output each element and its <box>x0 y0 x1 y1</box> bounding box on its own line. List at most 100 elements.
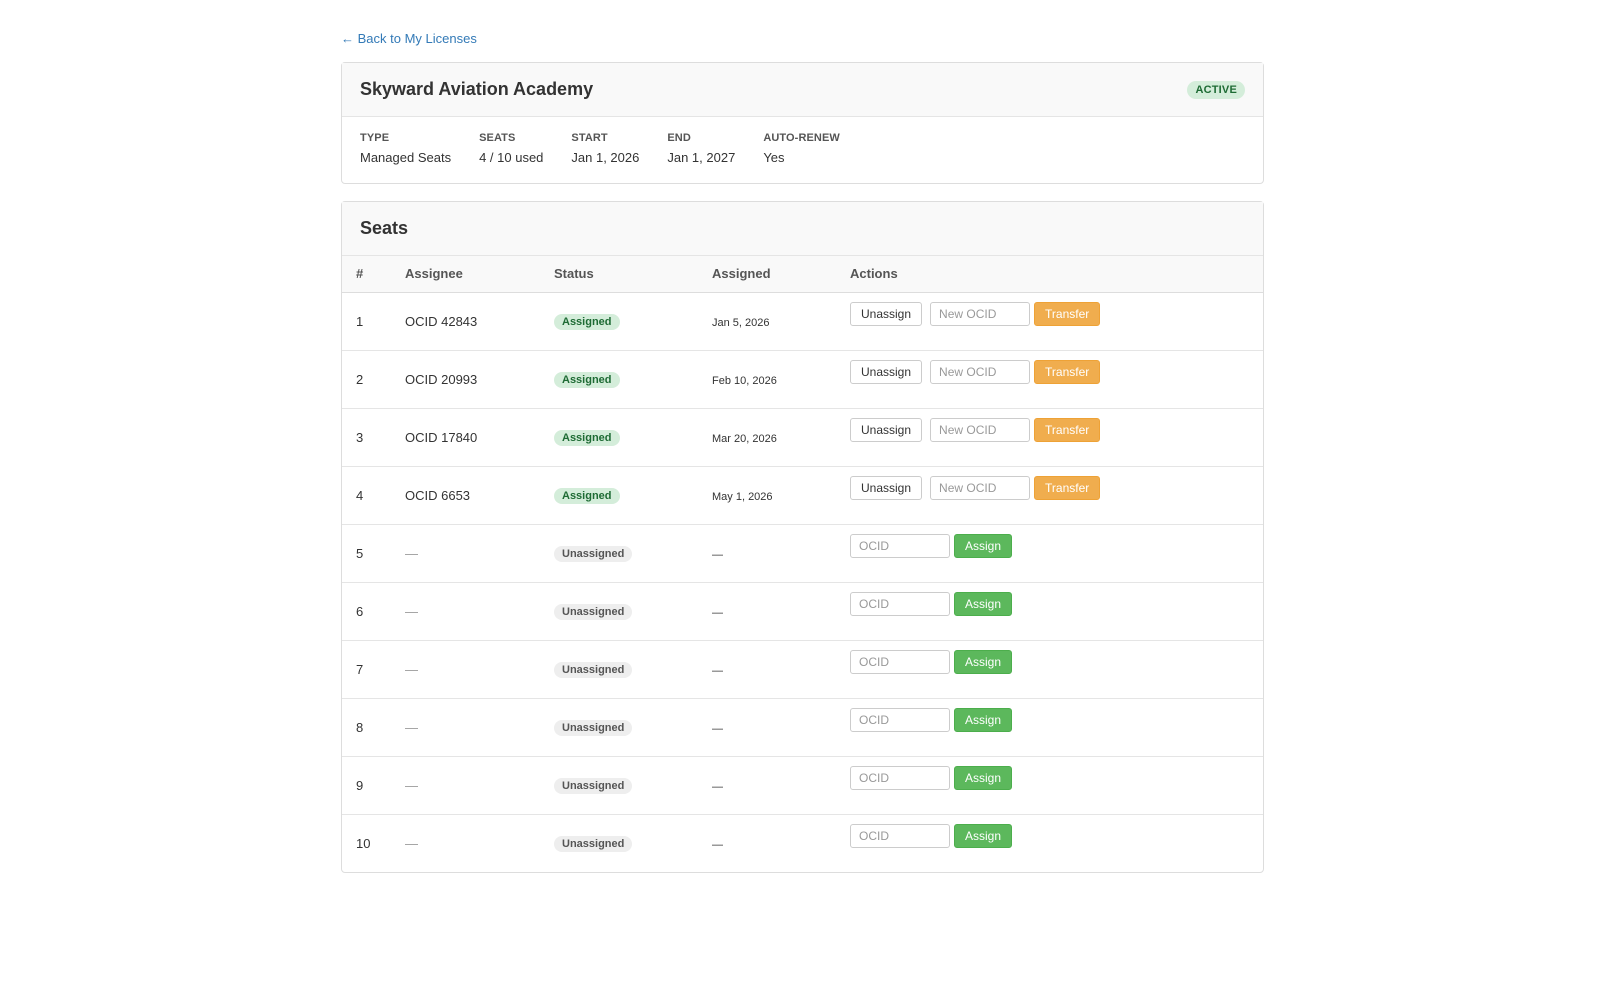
status-badge: Unassigned <box>554 604 633 620</box>
meta-label: START <box>571 132 608 144</box>
unassign-button[interactable]: Unassign <box>850 418 923 442</box>
ocid-input[interactable] <box>850 592 950 616</box>
back-to-licenses-link[interactable]: ← Back to My Licenses <box>341 31 477 47</box>
seat-assignee: OCID 17840 <box>405 408 554 467</box>
transfer-button[interactable]: Transfer <box>1034 360 1101 384</box>
row-actions: Assign <box>850 708 1263 732</box>
new-ocid-input[interactable] <box>930 302 1031 326</box>
assign-button[interactable]: Assign <box>954 824 1013 849</box>
license-header: Skyward Aviation Academy ACTIVE <box>342 63 1263 117</box>
new-ocid-input[interactable] <box>930 360 1031 384</box>
table-header-row: # Assignee Status Assigned Actions <box>342 256 1263 293</box>
seat-assignee: OCID 42843 <box>405 292 554 351</box>
seat-number: 9 <box>342 756 405 815</box>
seats-table-body: 1OCID 42843AssignedJan 5, 2026UnassignTr… <box>342 292 1263 872</box>
assign-button[interactable]: Assign <box>954 650 1013 674</box>
license-name: Skyward Aviation Academy <box>360 79 594 99</box>
page-container: ← Back to My Licenses Skyward Aviation A… <box>341 0 1264 873</box>
unassign-button[interactable]: Unassign <box>850 302 923 326</box>
transfer-button[interactable]: Transfer <box>1034 418 1101 442</box>
assigned-date: — <box>712 838 723 851</box>
row-actions: Assign <box>850 592 1263 616</box>
meta-value: Jan 1, 2026 <box>571 150 640 165</box>
row-actions: Assign <box>850 766 1263 790</box>
transfer-button[interactable]: Transfer <box>1034 476 1101 500</box>
seats-title: Seats <box>360 218 409 238</box>
meta-start: START Jan 1, 2026 <box>571 131 639 166</box>
assigned-date: Jan 5, 2026 <box>712 316 770 329</box>
seat-number: 7 <box>342 640 405 699</box>
assign-button[interactable]: Assign <box>954 708 1013 732</box>
assign-button[interactable]: Assign <box>954 766 1013 790</box>
license-panel: Skyward Aviation Academy ACTIVE TYPE Man… <box>341 62 1264 184</box>
new-ocid-input[interactable] <box>930 418 1031 442</box>
column-header-assigned: Assigned <box>712 256 850 293</box>
seat-assigned-cell: — <box>712 698 850 757</box>
meta-label: END <box>667 132 691 144</box>
unassign-button[interactable]: Unassign <box>850 476 923 500</box>
seat-status-cell: Unassigned <box>554 756 712 815</box>
status-badge: Unassigned <box>554 546 633 562</box>
seats-table: # Assignee Status Assigned Actions 1 OCID… <box>342 256 1263 872</box>
seat-number: 1 <box>342 292 405 351</box>
seat-number: 8 <box>342 698 405 757</box>
seat-assigned-cell: — <box>712 582 850 641</box>
status-badge: Unassigned <box>554 836 633 853</box>
table-row: 3OCID 17840Assigned Mar 20, 2026 Unassign T… <box>342 408 1263 467</box>
meta-end: END Jan 1, 2027 <box>667 131 735 166</box>
seat-assigned-cell: Feb 10, 2026 <box>712 350 850 409</box>
seat-actions-cell: Assign <box>850 524 1263 583</box>
seat-assigned-cell: Mar 20, 2026 <box>712 408 850 467</box>
table-row: 6—Unassigned—Assign <box>342 582 1263 641</box>
meta-label: SEATS <box>479 132 516 144</box>
seats-header: Seats <box>342 202 1263 256</box>
assigned-date: — <box>712 780 723 793</box>
assigned-date: Mar 20, 2026 <box>712 432 777 445</box>
meta-value: Yes <box>763 150 785 165</box>
seat-assigned-cell: Jan 5, 2026 <box>712 292 850 351</box>
seat-actions-cell: Assign <box>850 582 1263 641</box>
unassign-button[interactable]: Unassign <box>850 360 923 384</box>
table-row: 9—Unassigned—Assign <box>342 756 1263 815</box>
ocid-input[interactable] <box>850 534 950 558</box>
license-status-badge: ACTIVE <box>1187 80 1245 99</box>
status-badge: Assigned <box>554 314 620 330</box>
status-badge: Assigned <box>554 488 620 504</box>
seat-number: 2 <box>342 350 405 409</box>
new-ocid-input[interactable] <box>930 476 1031 500</box>
table-row: 4OCID 6653Assigned May 1, 2026 Unassign Tra… <box>342 466 1263 525</box>
seat-actions-cell: Assign <box>850 698 1263 757</box>
meta-label: TYPE <box>360 132 390 144</box>
assigned-date: Feb 10, 2026 <box>712 374 777 387</box>
ocid-input[interactable] <box>850 766 950 790</box>
seat-assigned-cell: — <box>712 814 850 872</box>
seat-assigned-cell: — <box>712 640 850 699</box>
seat-status-cell: Assigned <box>554 408 712 467</box>
meta-label: AUTO-RENEW <box>763 132 840 144</box>
ocid-input[interactable] <box>850 650 950 674</box>
seat-assignee: — <box>405 640 554 699</box>
seat-status-cell: Assigned <box>554 292 712 351</box>
transfer-button[interactable]: Transfer <box>1034 302 1101 326</box>
row-actions: Assign <box>850 650 1263 674</box>
meta-value: Jan 1, 2027 <box>667 150 736 165</box>
row-actions: Assign <box>850 534 1263 558</box>
row-actions: Assign <box>850 824 1263 849</box>
row-actions: Unassign Transfer <box>850 302 1263 326</box>
meta-value: Managed Seats <box>360 150 452 165</box>
ocid-input[interactable] <box>850 824 950 849</box>
seat-assignee: — <box>405 582 554 641</box>
seat-status-cell: Unassigned <box>554 582 712 641</box>
row-actions: Unassign Transfer <box>850 476 1263 500</box>
assign-button[interactable]: Assign <box>954 534 1013 558</box>
assigned-date: — <box>712 548 723 561</box>
status-badge: Unassigned <box>554 662 633 678</box>
status-badge: Unassigned <box>554 720 633 736</box>
column-header-number: # <box>342 256 405 293</box>
assign-button[interactable]: Assign <box>954 592 1013 616</box>
seat-number: 5 <box>342 524 405 583</box>
seats-panel: Seats # Assignee Status Assigned Actions… <box>341 201 1264 873</box>
meta-value: 4 / 10 used <box>479 150 544 165</box>
seat-assigned-cell: — <box>712 756 850 815</box>
ocid-input[interactable] <box>850 708 950 732</box>
